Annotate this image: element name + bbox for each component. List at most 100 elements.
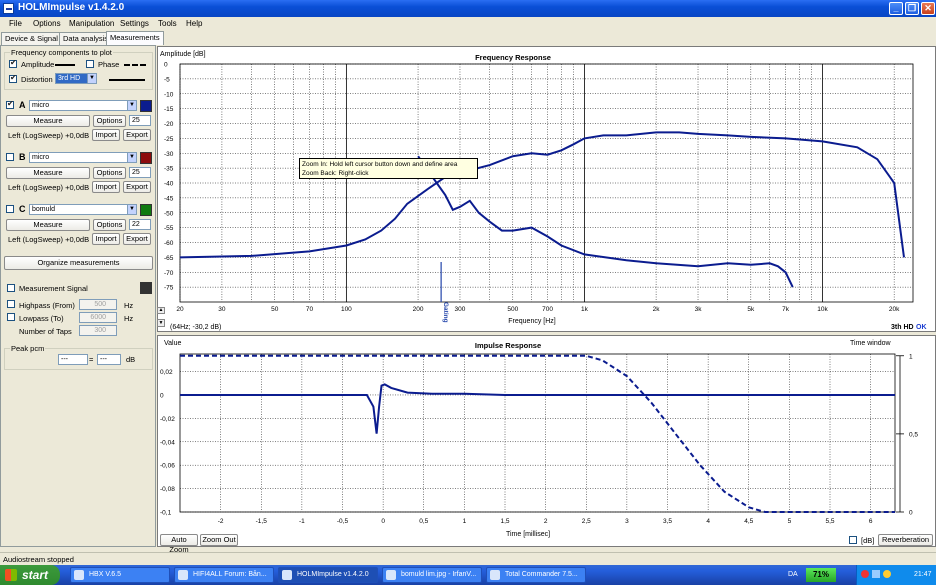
- freq-x-tick-label: 7k: [782, 306, 790, 313]
- amplitude-checkbox[interactable]: [9, 58, 17, 68]
- import-b-button[interactable]: Import: [92, 181, 120, 193]
- network-icon[interactable]: [872, 570, 880, 578]
- db-label: [dB]: [861, 536, 875, 545]
- import-c-button[interactable]: Import: [92, 233, 120, 245]
- imp-x-tick-label: 0: [381, 518, 385, 525]
- signal-color-swatch[interactable]: [140, 282, 152, 294]
- chevron-down-icon[interactable]: ▼: [127, 101, 136, 110]
- lowpass-checkbox[interactable]: [7, 313, 15, 321]
- measurement-b-select[interactable]: micro ▼: [29, 152, 137, 163]
- distortion-label: Distortion: [21, 75, 53, 84]
- measurement-b-letter: B: [19, 152, 26, 162]
- measurement-c: C bomuld ▼ Measure Options 22 Left (LogS…: [1, 200, 157, 248]
- maximize-button[interactable]: ❐: [905, 2, 919, 15]
- measurement-c-select[interactable]: bomuld ▼: [29, 204, 137, 215]
- measurement-c-info: Left (LogSweep) +0,0dB: [8, 235, 90, 244]
- impulse-response-canvas[interactable]: -2 -1,5 -1 -0,5 0 0,5 1 1,5 2 2,5 3 3,5 4 4,5 5 5,5 6 0,0…: [158, 336, 935, 546]
- language-indicator[interactable]: DA: [788, 571, 798, 578]
- distortion-checkbox[interactable]: [9, 73, 17, 83]
- task-hifi4all[interactable]: HIFI4ALL Forum: Bån...: [174, 567, 274, 583]
- measurement-b-checkbox[interactable]: [6, 153, 14, 161]
- peak-value-2-text: ---: [100, 356, 107, 363]
- measurement-a-select[interactable]: micro ▼: [29, 100, 137, 111]
- measurement-a-checkbox[interactable]: [6, 99, 14, 109]
- export-c-button[interactable]: Export: [123, 233, 151, 245]
- battery-indicator[interactable]: 71%: [806, 568, 836, 582]
- task-holmimpulse[interactable]: HOLMImpulse v1.4.2.0: [278, 567, 378, 583]
- task-irfanview[interactable]: bomuld lim.jpg - IrfanV...: [382, 567, 482, 583]
- taps-spinner[interactable]: 300: [79, 325, 117, 336]
- freq-x-tick-label: 70: [306, 306, 314, 313]
- minimize-button[interactable]: _: [889, 2, 903, 15]
- chevron-down-icon[interactable]: ▼: [87, 74, 96, 83]
- measurement-c-color-swatch[interactable]: [140, 204, 152, 216]
- scroll-down-arrow[interactable]: ▼: [157, 319, 165, 327]
- task-hbx[interactable]: HBX V.6.5: [70, 567, 170, 583]
- measure-b-button[interactable]: Measure: [6, 167, 90, 179]
- menu-help[interactable]: Help: [186, 19, 202, 28]
- freq-x-tick-label: 100: [341, 306, 352, 313]
- export-b-button[interactable]: Export: [123, 181, 151, 193]
- auto-zoom-button[interactable]: Auto Zoom: [160, 534, 198, 554]
- tray-icon[interactable]: [883, 570, 891, 578]
- imp-y-tick-label: -0,08: [160, 486, 175, 493]
- highpass-unit: Hz: [124, 301, 134, 310]
- phase-checkbox[interactable]: [86, 60, 94, 68]
- options-b-button[interactable]: Options: [93, 167, 126, 179]
- menu-settings[interactable]: Settings: [120, 19, 149, 28]
- freq-x-tick-label: 20: [176, 306, 184, 313]
- chevron-down-icon[interactable]: ▼: [127, 205, 136, 214]
- tab-device-signal[interactable]: Device & Signal: [1, 32, 62, 45]
- frequency-response-plot[interactable]: 0 -5 -10 -15 -20 -25 -30 -35 -40 -45 -50 -55 -60 -65 -…: [157, 46, 936, 332]
- measurement-c-spinner[interactable]: 22: [129, 219, 151, 230]
- frequency-response-canvas[interactable]: 0 -5 -10 -15 -20 -25 -30 -35 -40 -45 -50 -55 -60 -65 -…: [158, 47, 935, 331]
- close-button[interactable]: ✕: [921, 2, 935, 15]
- highpass-spinner[interactable]: 500: [79, 299, 117, 310]
- freq-x-tick-label: 20k: [889, 306, 900, 313]
- options-a-button[interactable]: Options: [93, 115, 126, 127]
- task-total-commander[interactable]: Total Commander 7.5...: [486, 567, 586, 583]
- freq-x-tick-label: 10k: [817, 306, 828, 313]
- measurement-c-checkbox[interactable]: [6, 205, 14, 213]
- freq-y-tick-label: -75: [164, 285, 174, 292]
- import-a-button[interactable]: Import: [92, 129, 120, 141]
- amplitude-line-sample: [55, 64, 75, 66]
- measurement-b-color-swatch[interactable]: [140, 152, 152, 164]
- organize-measurements-button[interactable]: Organize measurements: [4, 256, 153, 270]
- lowpass-spinner[interactable]: 6000: [79, 312, 117, 323]
- measurement-a-spinner[interactable]: 25: [129, 115, 151, 126]
- reverberation-button[interactable]: Reverberation: [878, 534, 933, 546]
- measurement-signal-checkbox[interactable]: [7, 284, 15, 292]
- app-icon: [3, 3, 14, 14]
- freq-x-tick-label: 50: [271, 306, 279, 313]
- freq-y-tick-label: -10: [164, 91, 174, 98]
- menu-manipulation[interactable]: Manipulation: [69, 19, 114, 28]
- impulse-response-plot[interactable]: -2 -1,5 -1 -0,5 0 0,5 1 1,5 2 2,5 3 3,5 4 4,5 5 5,5 6 0,0…: [157, 335, 936, 554]
- tray-icon[interactable]: [861, 570, 869, 578]
- zoom-out-button[interactable]: Zoom Out: [200, 534, 238, 546]
- export-a-button[interactable]: Export: [123, 129, 151, 141]
- menu-file[interactable]: File: [9, 19, 22, 28]
- app-icon: [282, 570, 292, 580]
- scroll-up-arrow[interactable]: ▲: [157, 307, 165, 314]
- tab-measurements[interactable]: Measurements: [106, 31, 164, 45]
- peak-value-2: ---: [97, 354, 121, 365]
- measurement-b-spinner[interactable]: 25: [129, 167, 151, 178]
- db-checkbox[interactable]: [849, 536, 857, 544]
- options-c-button[interactable]: Options: [93, 219, 126, 231]
- distortion-select[interactable]: 3rd HD ▼: [55, 73, 97, 84]
- tab-data-analysis[interactable]: Data analysis: [59, 32, 113, 45]
- start-button[interactable]: start: [0, 565, 60, 585]
- menu-options[interactable]: Options: [33, 19, 61, 28]
- imp-x-tick-label: 2,5: [582, 518, 591, 525]
- measurement-a-color-swatch[interactable]: [140, 100, 152, 112]
- highpass-checkbox[interactable]: [7, 300, 15, 308]
- freq-components-label: Frequency components to plot: [10, 48, 113, 57]
- freq-readout: (64Hz; -30,2 dB): [170, 324, 221, 331]
- task-holmimpulse-label: HOLMImpulse v1.4.2.0: [297, 571, 369, 578]
- menu-tools[interactable]: Tools: [158, 19, 177, 28]
- chevron-down-icon[interactable]: ▼: [127, 153, 136, 162]
- imp-x-tick-label: 3: [625, 518, 629, 525]
- measure-a-button[interactable]: Measure: [6, 115, 90, 127]
- measure-c-button[interactable]: Measure: [6, 219, 90, 231]
